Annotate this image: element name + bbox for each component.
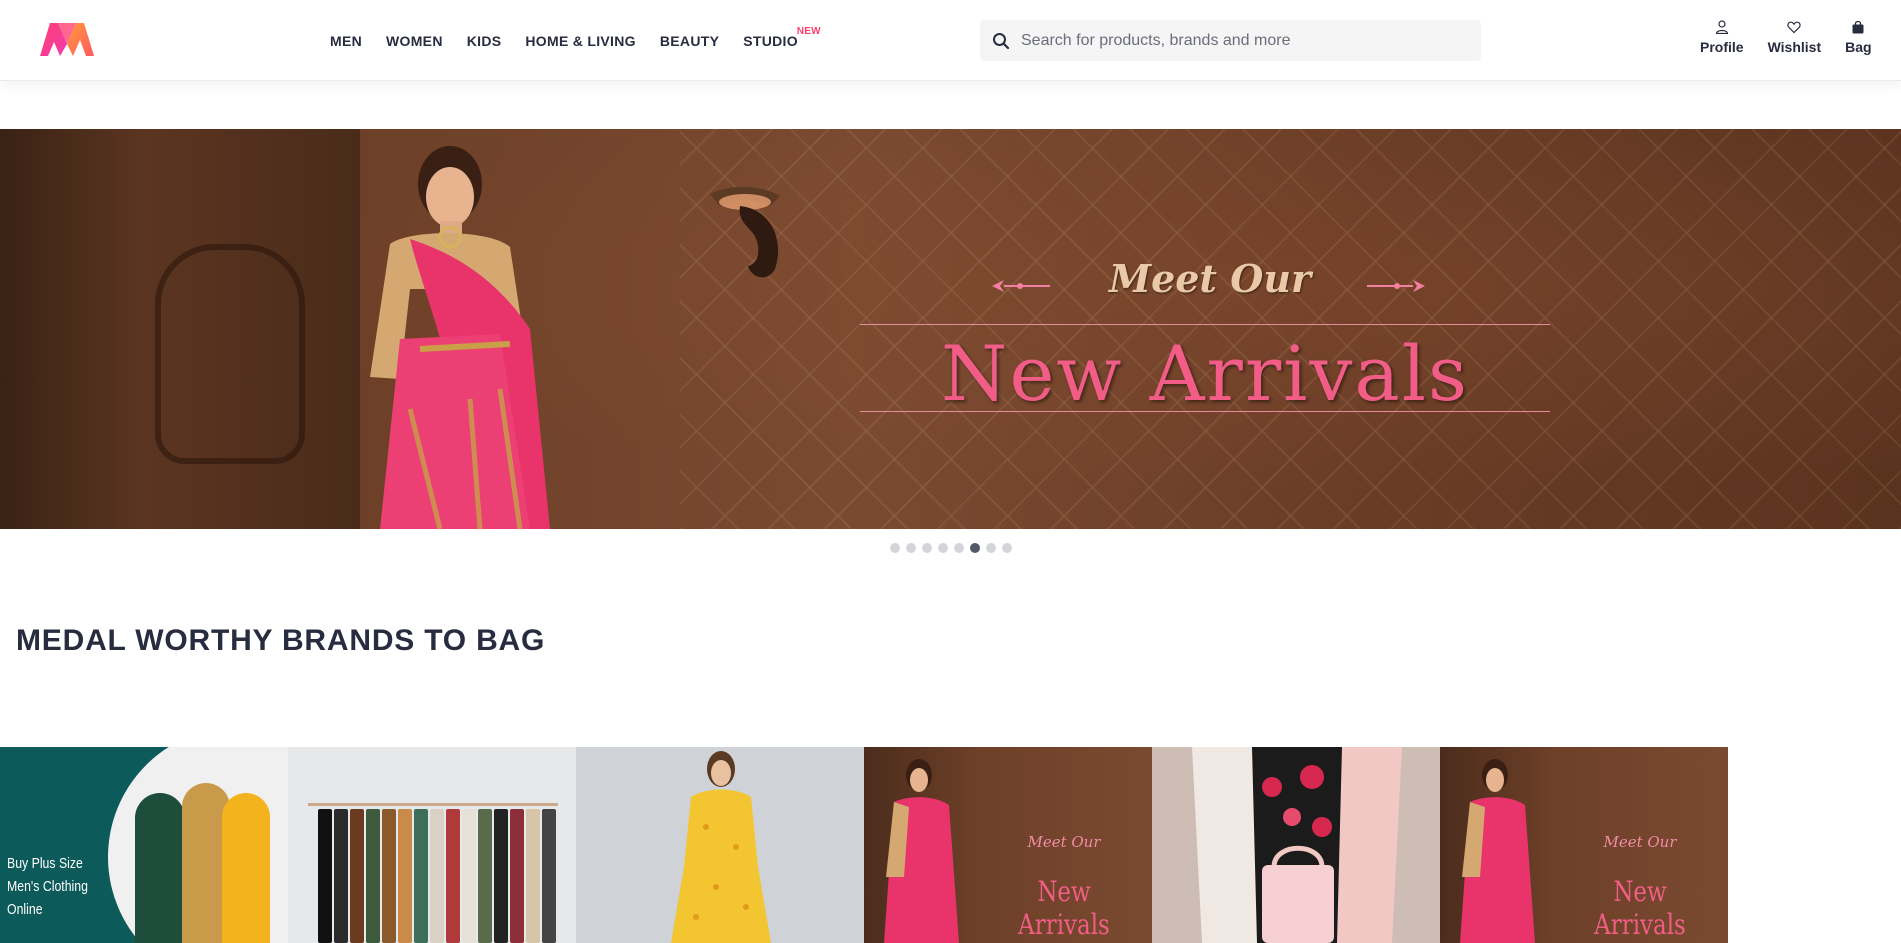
garment-image bbox=[446, 809, 460, 943]
tile-promo-small-text: Meet Our bbox=[1027, 833, 1101, 851]
garment-image bbox=[318, 809, 332, 943]
brand-tiles: Buy Plus Size Men's Clothing Online Meet… bbox=[0, 747, 1728, 943]
brand-tile-yellow-dress[interactable] bbox=[576, 747, 864, 943]
myntra-logo[interactable] bbox=[38, 20, 96, 60]
carousel-dot[interactable] bbox=[954, 543, 964, 553]
nav-studio-label: Studio bbox=[743, 32, 798, 49]
tile-promo-big-text: New Arrivals bbox=[1018, 875, 1110, 941]
hero-title-big: New Arrivals bbox=[940, 329, 1470, 418]
garment-image bbox=[510, 809, 524, 943]
tile-promo-small-text: Meet Our bbox=[1603, 833, 1677, 851]
model-yellow-dress-image bbox=[671, 751, 771, 943]
profile-label: Profile bbox=[1700, 39, 1744, 55]
bag-button[interactable]: Bag bbox=[1845, 20, 1872, 55]
carousel-dot[interactable] bbox=[890, 543, 900, 553]
nav-beauty[interactable]: Beauty bbox=[660, 33, 719, 49]
hero-divider-bottom bbox=[860, 411, 1550, 412]
garment-image bbox=[350, 809, 364, 943]
garment-image bbox=[462, 809, 476, 943]
wishlist-label: Wishlist bbox=[1767, 39, 1822, 55]
clothing-rail bbox=[308, 803, 558, 806]
search-bar bbox=[980, 20, 1481, 61]
nav-kids[interactable]: Kids bbox=[467, 33, 502, 49]
search-input[interactable] bbox=[1021, 21, 1471, 60]
wishlist-button[interactable]: Wishlist bbox=[1767, 20, 1822, 55]
main-nav: Men Women Kids Home & Living Beauty Stud… bbox=[330, 0, 822, 81]
nav-men[interactable]: Men bbox=[330, 33, 362, 49]
brand-tile-new-arrivals[interactable]: Meet Our New Arrivals bbox=[1440, 747, 1728, 943]
nav-studio[interactable]: Studio NEW bbox=[743, 26, 820, 49]
door-carving bbox=[155, 244, 305, 464]
wall-lamp-image bbox=[710, 186, 780, 278]
garment-image bbox=[494, 809, 508, 943]
section-heading: Medal Worthy Brands To Bag bbox=[16, 624, 546, 657]
tile-caption: Buy Plus Size Men's Clothing Online bbox=[7, 855, 88, 918]
bag-label: Bag bbox=[1845, 39, 1872, 55]
heart-icon bbox=[1787, 21, 1801, 34]
nav-women[interactable]: Women bbox=[386, 33, 443, 49]
right-flourish-icon bbox=[1367, 280, 1425, 292]
model-in-saree-image bbox=[370, 146, 550, 529]
search-icon[interactable] bbox=[992, 32, 1010, 50]
profile-button[interactable]: Profile bbox=[1700, 20, 1744, 55]
profile-icon bbox=[1715, 20, 1728, 34]
nav-home-living[interactable]: Home & Living bbox=[525, 33, 635, 49]
brand-tile-clothing-rack[interactable] bbox=[288, 747, 576, 943]
new-badge: NEW bbox=[796, 25, 821, 37]
brand-tile-new-arrivals[interactable]: Meet Our New Arrivals bbox=[864, 747, 1152, 943]
hero-title-small: Meet Our bbox=[1109, 256, 1311, 301]
garment-image bbox=[382, 809, 396, 943]
carousel-dot[interactable] bbox=[938, 543, 948, 553]
brand-tile-plus-size-men[interactable]: Buy Plus Size Men's Clothing Online bbox=[0, 747, 288, 943]
hero-banner[interactable]: Meet Our New Arrivals bbox=[0, 129, 1901, 529]
site-header: Men Women Kids Home & Living Beauty Stud… bbox=[0, 0, 1901, 81]
brand-tile-handbag[interactable] bbox=[1152, 747, 1440, 943]
model-image bbox=[135, 793, 185, 943]
garment-image bbox=[398, 809, 412, 943]
model-in-saree-image bbox=[1460, 759, 1535, 943]
garment-image bbox=[542, 809, 556, 943]
model-in-saree-image bbox=[884, 759, 959, 943]
hero-divider-top bbox=[860, 324, 1550, 325]
tile-promo-big-text: New Arrivals bbox=[1594, 875, 1686, 941]
garment-image bbox=[414, 809, 428, 943]
garment-image bbox=[366, 809, 380, 943]
carousel-dot-active[interactable] bbox=[970, 543, 980, 553]
carousel-dot[interactable] bbox=[906, 543, 916, 553]
carousel-dot[interactable] bbox=[922, 543, 932, 553]
garment-image bbox=[430, 809, 444, 943]
carousel-dot[interactable] bbox=[1002, 543, 1012, 553]
bag-icon bbox=[1852, 20, 1864, 34]
model-image bbox=[222, 793, 270, 943]
model-with-handbag-image bbox=[1152, 747, 1440, 943]
garment-image bbox=[526, 809, 540, 943]
carousel-dot[interactable] bbox=[986, 543, 996, 553]
header-actions: Profile Wishlist Bag bbox=[1700, 20, 1896, 55]
garment-image bbox=[478, 809, 492, 943]
garment-image bbox=[334, 809, 348, 943]
carousel-dots bbox=[890, 543, 1018, 553]
